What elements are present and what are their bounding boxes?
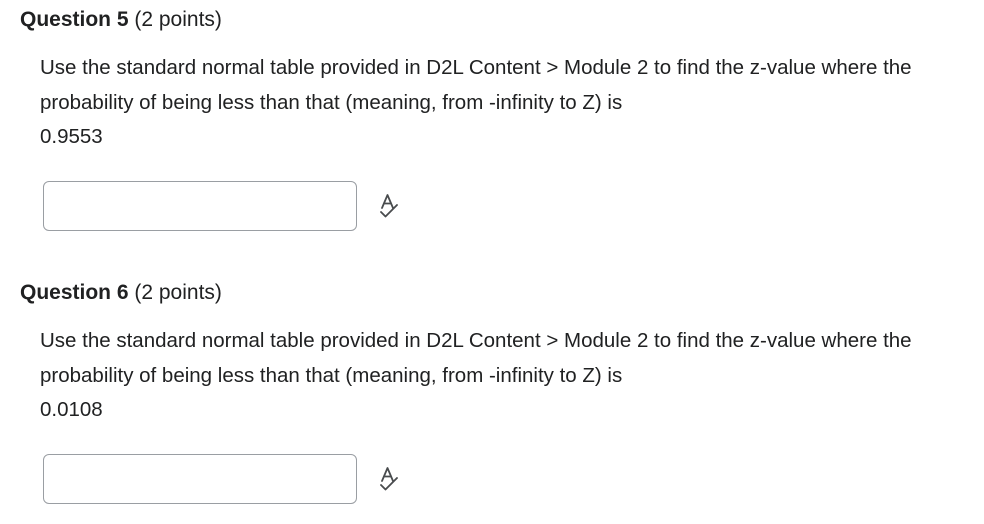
question-prompt-text: Use the standard normal table provided i… xyxy=(40,329,912,387)
question-points: (2 points) xyxy=(134,281,222,304)
spell-check-icon[interactable] xyxy=(376,192,402,220)
spell-check-icon[interactable] xyxy=(376,465,402,493)
answer-input[interactable] xyxy=(43,181,357,231)
question-header: Question 5 (2 points) xyxy=(20,6,222,34)
question-title: Question 5 xyxy=(20,8,129,31)
question-header: Question 6 (2 points) xyxy=(20,279,222,307)
question-prompt: Use the standard normal table provided i… xyxy=(40,324,920,428)
answer-input[interactable] xyxy=(43,454,357,504)
question-probability-value: 0.9553 xyxy=(40,125,103,148)
question-title: Question 6 xyxy=(20,281,129,304)
question-points: (2 points) xyxy=(134,8,222,31)
question-probability-value: 0.0108 xyxy=(40,398,103,421)
question-prompt-text: Use the standard normal table provided i… xyxy=(40,56,912,114)
question-prompt: Use the standard normal table provided i… xyxy=(40,51,920,155)
